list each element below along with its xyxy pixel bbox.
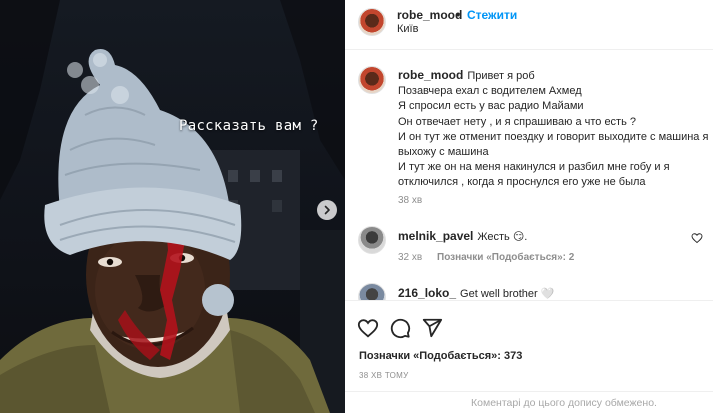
author-avatar[interactable] <box>358 8 386 36</box>
post-actions: Позначки «Подобається»: 373 38 ХВ ТОМУ К… <box>345 300 713 413</box>
comment: 216_loko_ Get well brother 🤍 <box>398 286 554 300</box>
heart-icon[interactable] <box>357 317 379 339</box>
post-caption: robe_mood Привет я роб Позавчера ехал с в… <box>398 68 713 191</box>
caption-line: выхожу с машина <box>398 146 489 159</box>
comment-likes[interactable]: Позначки «Подобається»: 2 <box>437 252 574 263</box>
post-side-panel: robe_mood • Стежити Київ robe_mood Привет… <box>345 0 713 413</box>
comment-avatar[interactable] <box>358 283 386 300</box>
comment-meta: 32 хв Позначки «Подобається»: 2 <box>398 252 586 263</box>
comment-username[interactable]: 216_loko_ <box>398 286 456 300</box>
caption-line: И он тут же отменит поездку и говорит вы… <box>398 130 709 143</box>
post-location[interactable]: Київ <box>397 23 418 35</box>
author-username[interactable]: robe_mood <box>397 8 462 22</box>
comment-like-icon[interactable] <box>691 232 703 244</box>
post-media[interactable]: Рассказать вам ? <box>0 0 345 413</box>
comment-text: Get well brother 🤍 <box>460 288 555 300</box>
comment-avatar[interactable] <box>358 226 386 254</box>
caption-timestamp[interactable]: 38 хв <box>398 195 422 206</box>
share-icon[interactable] <box>421 317 443 339</box>
caption-line: Позавчера ехал с водителем Ахмед <box>398 85 582 98</box>
comment-username[interactable]: melnik_pavel <box>398 229 473 243</box>
post-timestamp[interactable]: 38 ХВ ТОМУ <box>359 371 409 380</box>
caption-author-avatar[interactable] <box>358 66 386 94</box>
comments-limited-notice: Коментарі до цього допису обмежено. <box>345 391 713 413</box>
comment-text: Жесть 😏. <box>477 231 528 243</box>
separator-dot: • <box>456 8 461 22</box>
photo-overlay-caption: Рассказать вам ? <box>179 118 319 134</box>
comments-section[interactable]: robe_mood Привет я роб Позавчера ехал с в… <box>345 51 713 300</box>
likes-count[interactable]: Позначки «Подобається»: 373 <box>359 350 522 362</box>
chevron-right-icon <box>324 205 330 215</box>
carousel-next-button[interactable] <box>317 200 337 220</box>
caption-line: отключился , когда я проснулся его уже н… <box>398 176 646 189</box>
caption-line: Он отвечает нету , и я спрашиваю а что е… <box>398 115 636 128</box>
post-photo <box>0 0 345 413</box>
caption-line: И тут же он на меня накинулся и разбил м… <box>398 161 670 174</box>
comment-icon[interactable] <box>389 317 411 339</box>
caption-line: Привет я роб <box>467 70 535 82</box>
follow-button[interactable]: Стежити <box>467 8 517 22</box>
comment-timestamp[interactable]: 32 хв <box>398 252 422 263</box>
caption-line: Я спросил есть у вас радио Майами <box>398 100 584 113</box>
post-header: robe_mood • Стежити Київ <box>345 0 713 50</box>
comment: melnik_pavel Жесть 😏. <box>398 229 527 243</box>
caption-username[interactable]: robe_mood <box>398 68 463 82</box>
